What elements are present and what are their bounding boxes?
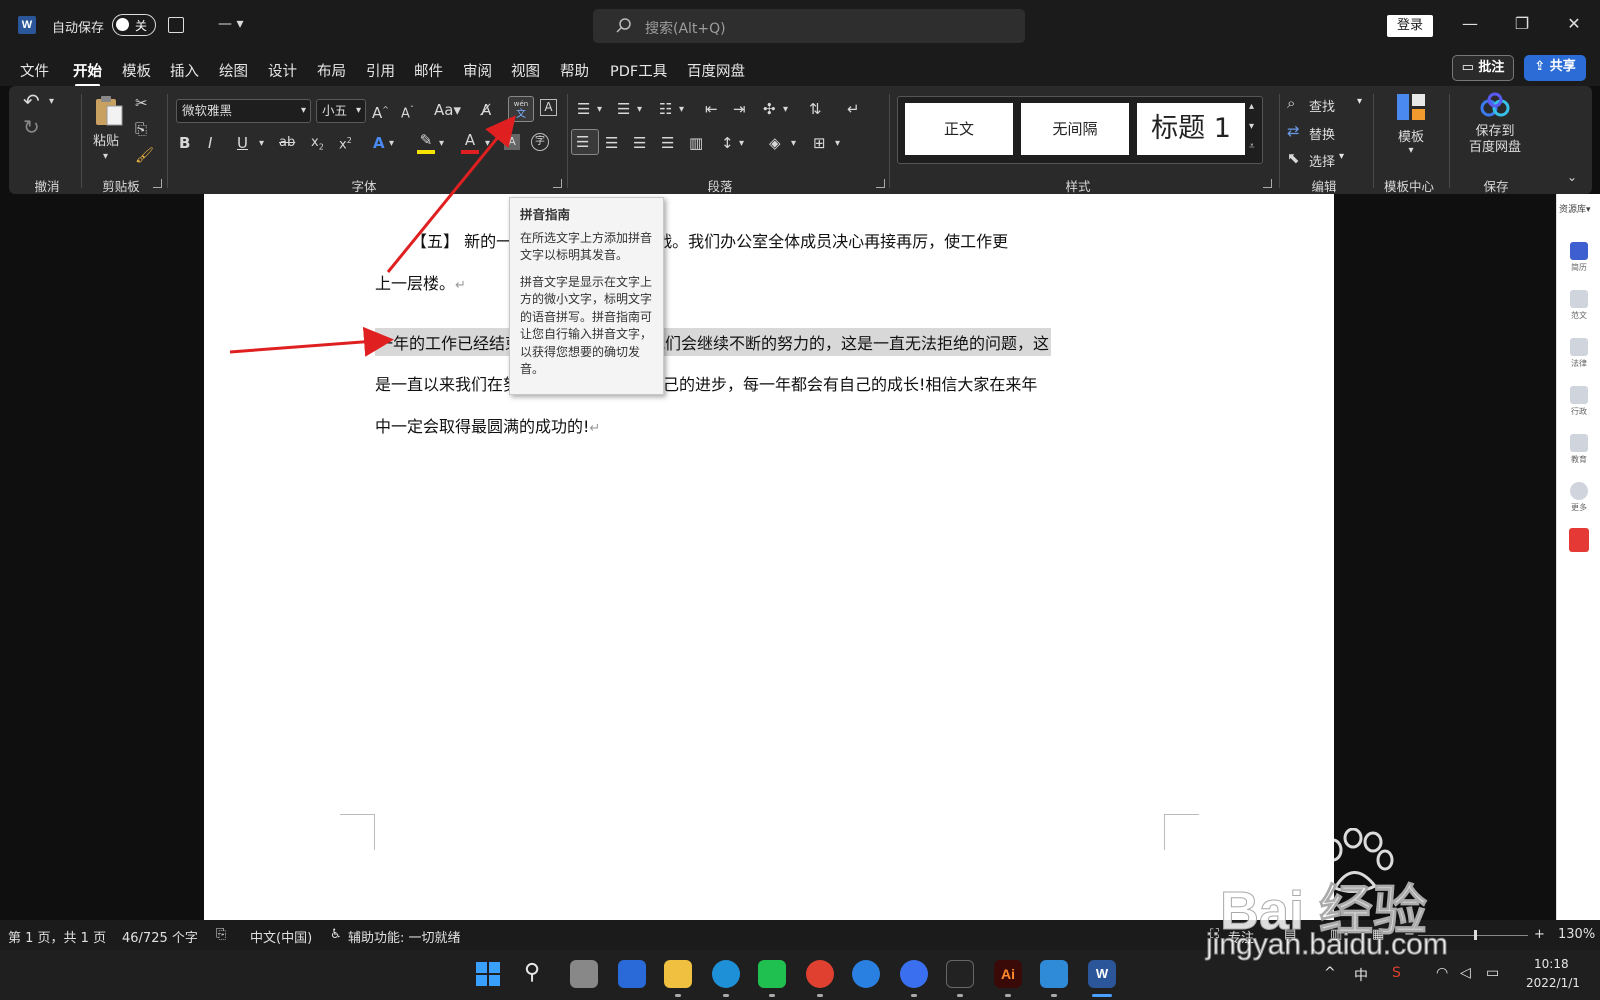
running-indicator [817,994,823,997]
side-item-label: 行政 [1571,407,1587,416]
arrow-to-selected-text [229,326,394,357]
phonetic-guide-tooltip: 拼音指南 在所选文字上方添加拼音文字以标明其发音。 拼音文字是显示在文字上方的微… [509,197,664,395]
illustrator-icon[interactable]: Ai [994,960,1022,988]
law-icon [1570,338,1588,356]
proofing-icon[interactable]: ⎘ [216,927,226,942]
tooltip-paragraph-2: 拼音文字是显示在文字上方的微小文字，标明文字的语音拼写。拼音指南可让您自行输入拼… [520,274,653,377]
resource-side-pane: 资源库▾ 简历 范文 法律 行政 教育 更多 [1556,194,1600,920]
zoom-out-icon[interactable]: − [1404,927,1415,942]
accessibility-icon: ♿ [330,927,342,942]
side-item-label: 教育 [1571,455,1587,464]
side-item-admin[interactable]: 行政 [1564,386,1594,417]
notepad-icon[interactable] [1040,960,1068,988]
resume-icon [1570,242,1588,260]
zoom-in-icon[interactable]: + [1534,927,1545,942]
feishu-icon[interactable] [852,960,880,988]
tray-overflow-icon[interactable]: ^ [1324,965,1336,981]
accessibility-status[interactable]: 辅助功能: 一切就绪 [348,927,461,946]
more-icon [1570,482,1588,500]
zoom-slider-thumb[interactable] [1474,930,1477,940]
side-item-resume[interactable]: 简历 [1564,242,1594,273]
running-indicator [911,994,917,997]
word-count[interactable]: 46/725 个字 [122,927,198,946]
language-status[interactable]: 中文(中国) [250,927,312,946]
focus-mode[interactable]: 专注 [1228,927,1254,946]
volume-icon[interactable]: ◁ [1460,965,1471,981]
tooltip-paragraph-1: 在所选文字上方添加拼音文字以标明其发音。 [520,230,653,263]
tooltip-title: 拼音指南 [520,207,571,222]
active-indicator [1092,994,1112,997]
samples-icon [1570,290,1588,308]
side-item-label: 简历 [1571,263,1587,272]
qq-icon[interactable] [946,960,974,988]
file-explorer-icon[interactable] [664,960,692,988]
word-taskbar-icon[interactable]: W [1088,960,1116,988]
side-pane-title-text: 资源库 [1559,205,1587,215]
taskbar-search-icon[interactable]: ⚲ [524,960,540,985]
chrome-icon[interactable] [806,960,834,988]
clock-time[interactable]: 10:18 [1534,957,1569,971]
arrow-to-phonetic-guide [386,115,516,273]
admin-icon [1570,386,1588,404]
ime-indicator[interactable]: 中 [1354,965,1368,985]
web-layout-icon[interactable]: ▦ [1372,927,1384,942]
widgets-icon[interactable] [618,960,646,988]
print-layout-icon[interactable]: ▥ [1330,927,1342,942]
clock-date[interactable]: 2022/1/1 [1526,976,1580,990]
education-icon [1570,434,1588,452]
wechat-icon[interactable] [758,960,786,988]
side-item-samples[interactable]: 范文 [1564,290,1594,321]
running-indicator [675,994,681,997]
running-indicator [1051,994,1057,997]
task-view-icon[interactable] [570,960,598,988]
running-indicator [723,994,729,997]
side-item-label: 范文 [1571,311,1587,320]
red-packet-icon[interactable] [1569,528,1589,552]
side-pane-title[interactable]: 资源库▾ [1559,202,1591,215]
side-item-label: 更多 [1571,503,1587,512]
qq-browser-icon[interactable] [900,960,928,988]
sogou-icon[interactable]: S [1392,965,1401,981]
running-indicator [1005,994,1011,997]
taskbar: ⚲ Ai W ^ 中 S ◠ ◁ ▭ 10:18 2022/1/1 [0,950,1600,1000]
read-mode-icon[interactable]: ▤ [1284,927,1296,942]
windows-start-icon[interactable] [476,962,500,986]
side-item-more[interactable]: 更多 [1564,482,1594,513]
edge-browser-icon[interactable] [712,960,740,988]
running-indicator [769,994,775,997]
page-count[interactable]: 第 1 页，共 1 页 [8,927,106,946]
side-item-education[interactable]: 教育 [1564,434,1594,465]
wifi-icon[interactable]: ◠ [1436,965,1448,981]
side-item-label: 法律 [1571,359,1587,368]
battery-icon[interactable]: ▭ [1486,965,1499,981]
side-item-law[interactable]: 法律 [1564,338,1594,369]
status-bar: 第 1 页，共 1 页 46/725 个字 ⎘ 中文(中国) ♿ 辅助功能: 一… [0,920,1600,950]
zoom-slider[interactable] [1418,935,1528,936]
focus-icon: ⛶ [1210,927,1220,942]
annotation-arrows [229,115,516,357]
running-indicator [957,994,963,997]
zoom-level[interactable]: 130% [1558,927,1595,942]
